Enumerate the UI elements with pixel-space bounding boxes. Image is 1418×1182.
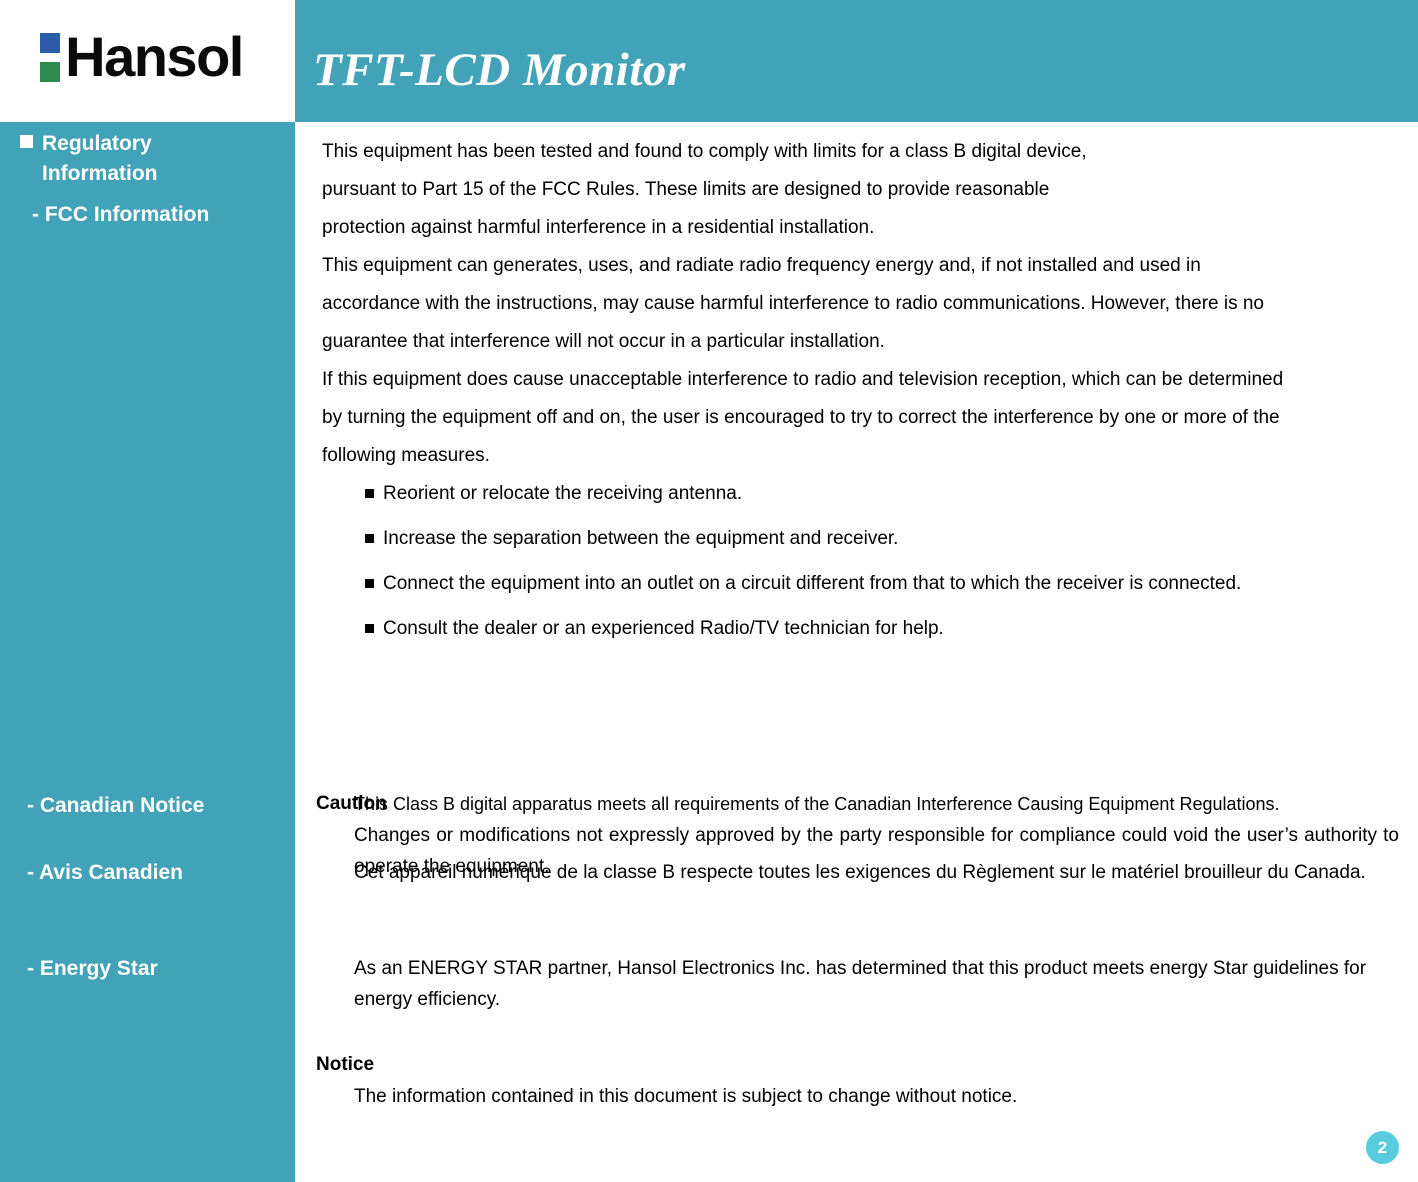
hansol-logo: Hansol xyxy=(40,25,244,88)
main-content: This equipment has been tested and found… xyxy=(295,122,1418,1182)
sidebar-heading-line2: Information xyxy=(42,161,158,185)
page-number-badge: 2 xyxy=(1366,1131,1399,1164)
square-bullet-icon xyxy=(365,579,374,588)
notice-heading: Notice xyxy=(316,1054,375,1075)
intro-line: If this equipment does cause unacceptabl… xyxy=(322,369,1284,390)
intro-line: following measures. xyxy=(322,445,490,466)
corrective-measures-list: Reorient or relocate the receiving anten… xyxy=(365,483,1405,639)
canadian-notice-body: This Class B digital apparatus meets all… xyxy=(354,794,1280,814)
notice-body: The information contained in this docume… xyxy=(354,1086,1018,1107)
intro-line: pursuant to Part 15 of the FCC Rules. Th… xyxy=(322,179,1050,200)
intro-line: protection against harmful interference … xyxy=(322,217,875,238)
sidebar-item-fcc-information[interactable]: - FCC Information xyxy=(32,200,209,230)
square-bullet-icon xyxy=(365,624,374,633)
logo-wordmark: Hansol xyxy=(65,25,244,88)
list-item: Consult the dealer or an experienced Rad… xyxy=(365,618,1405,639)
slide-page: Hansol TFT-LCD Monitor Regulatory Inform… xyxy=(0,0,1418,1182)
square-bullet-icon xyxy=(365,489,374,498)
intro-line: by turning the equipment off and on, the… xyxy=(322,407,1280,428)
logo-square-green-icon xyxy=(40,61,61,82)
logo-squares-group xyxy=(40,32,61,82)
list-item: Reorient or relocate the receiving anten… xyxy=(365,483,1405,504)
fcc-intro-paragraphs: This equipment has been tested and found… xyxy=(322,133,1397,475)
intro-line: accordance with the instructions, may ca… xyxy=(322,293,1265,314)
list-item-label: Increase the separation between the equi… xyxy=(383,528,899,549)
energy-star-body: As an ENERGY STAR partner, Hansol Electr… xyxy=(354,958,1367,1010)
sidebar-item-energy-star[interactable]: - Energy Star xyxy=(27,954,158,984)
sidebar: Regulatory Information - FCC Information… xyxy=(0,122,295,1182)
page-title: TFT-LCD Monitor xyxy=(313,44,686,96)
brand-logo-box: Hansol xyxy=(0,0,295,122)
intro-line: This equipment has been tested and found… xyxy=(322,141,1087,162)
sidebar-item-canadian-notice[interactable]: - Canadian Notice xyxy=(27,791,204,821)
logo-square-blue-icon xyxy=(40,32,61,53)
sidebar-heading-line1: Regulatory xyxy=(42,132,152,155)
list-item-label: Connect the equipment into an outlet on … xyxy=(383,573,1242,594)
intro-line: guarantee that interference will not occ… xyxy=(322,331,885,352)
square-bullet-icon xyxy=(20,135,33,148)
list-item: Connect the equipment into an outlet on … xyxy=(365,573,1405,594)
avis-canadien-body: Cet appareil numérique de la classe B re… xyxy=(354,862,1366,883)
list-item-label: Reorient or relocate the receiving anten… xyxy=(383,483,743,504)
sidebar-item-avis-canadien[interactable]: - Avis Canadien xyxy=(27,858,183,888)
sidebar-heading-regulatory-information: Regulatory Information xyxy=(20,129,280,189)
intro-line: This equipment can generates, uses, and … xyxy=(322,255,1201,276)
list-item-label: Consult the dealer or an experienced Rad… xyxy=(383,618,944,639)
list-item: Increase the separation between the equi… xyxy=(365,528,1405,549)
square-bullet-icon xyxy=(365,534,374,543)
